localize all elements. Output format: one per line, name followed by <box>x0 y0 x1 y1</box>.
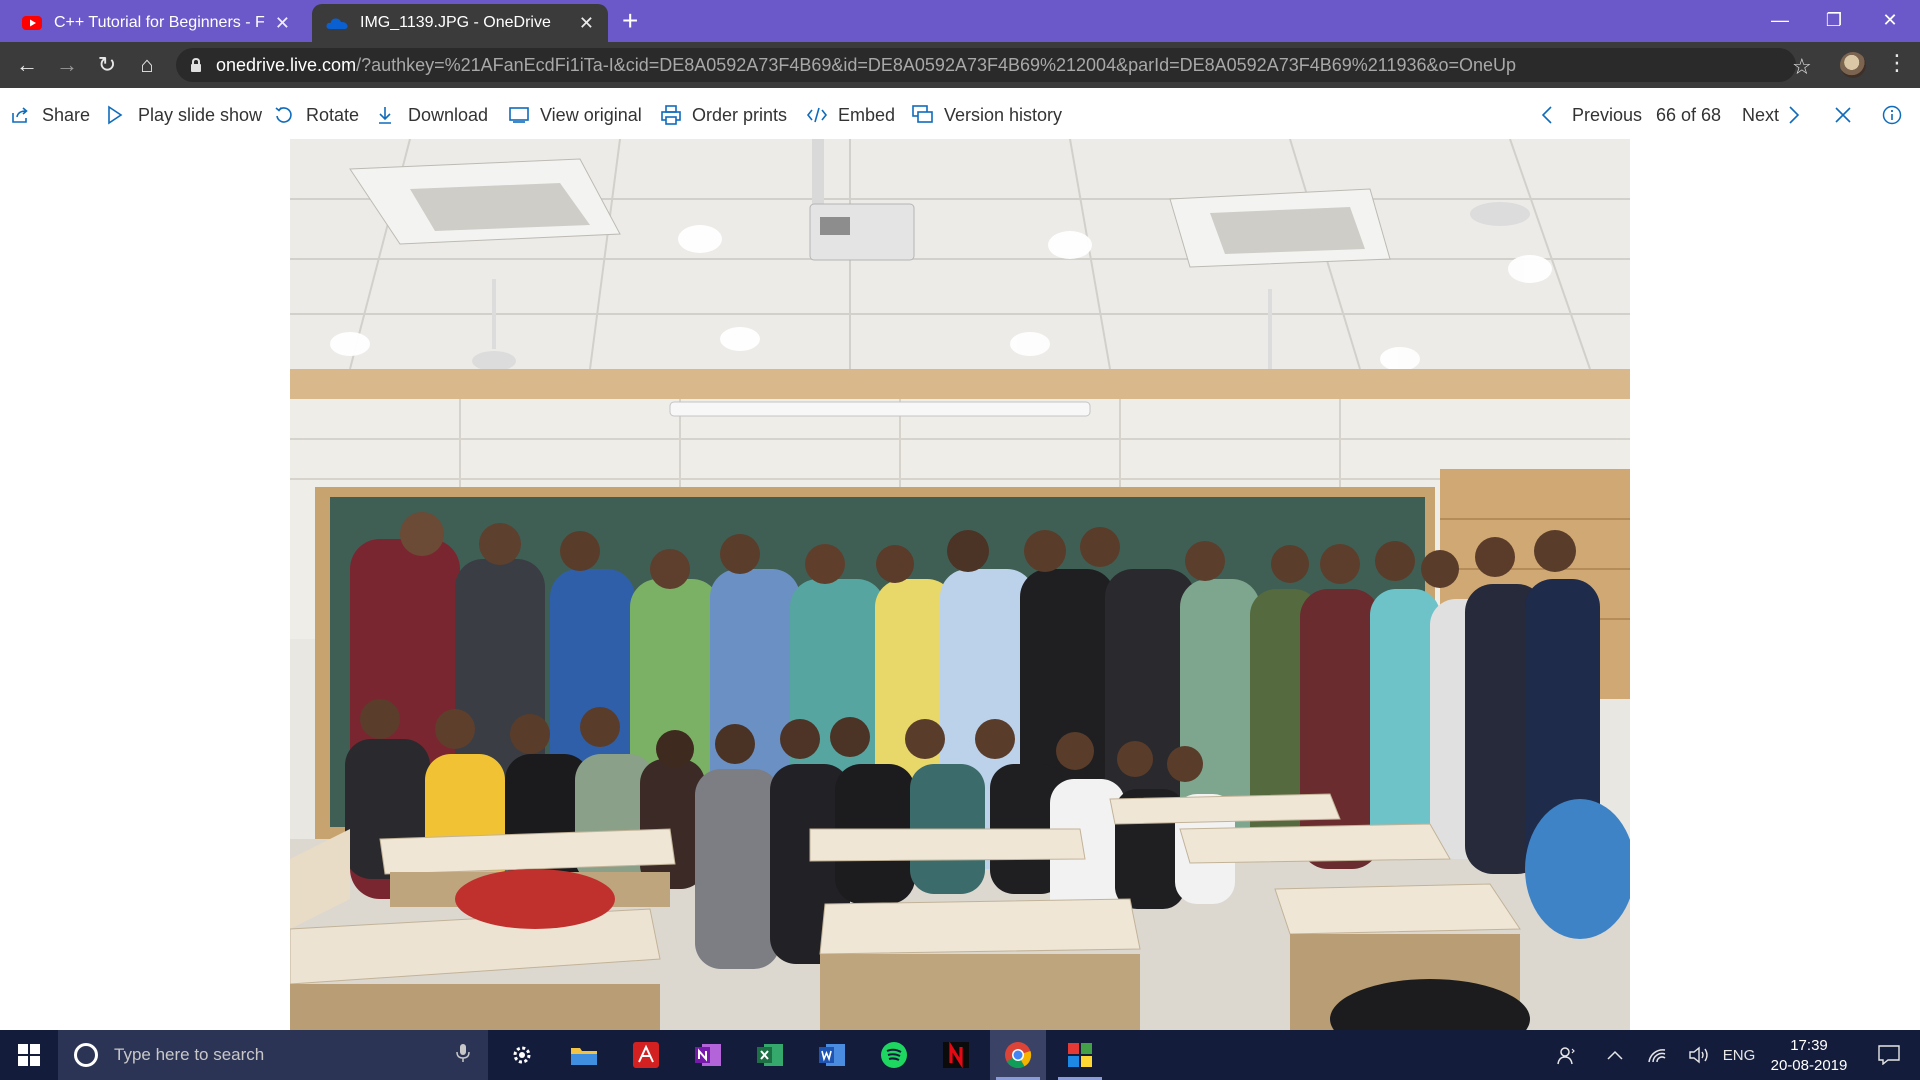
app-icon[interactable] <box>1052 1030 1108 1080</box>
windows-taskbar: Type here to search ENG 17:39 20-08-2019 <box>0 1030 1920 1080</box>
rotate-button[interactable]: Rotate <box>274 102 359 128</box>
profile-avatar[interactable] <box>1840 52 1866 78</box>
photo-counter: 66 of 68 <box>1656 102 1721 128</box>
chevron-up-icon[interactable] <box>1598 1030 1632 1080</box>
embed-label: Embed <box>838 104 896 125</box>
onenote-icon[interactable] <box>680 1030 736 1080</box>
clock-date: 20-08-2019 <box>1770 1057 1848 1074</box>
youtube-icon <box>22 16 42 30</box>
embed-code-icon <box>806 106 828 124</box>
new-tab-icon[interactable]: + <box>622 6 638 36</box>
restore-icon[interactable]: ❐ <box>1806 0 1862 40</box>
close-icon <box>1834 106 1856 124</box>
chrome-icon[interactable] <box>990 1030 1046 1080</box>
info-icon <box>1882 105 1904 125</box>
photo-counter-text: 66 of 68 <box>1656 104 1722 125</box>
url-host: onedrive.live.com <box>216 55 357 75</box>
browser-toolbar: ← → ↻ ⌂ onedrive.live.com/?authkey=%21AF… <box>0 42 1920 88</box>
notification-center-icon[interactable] <box>1864 1030 1914 1080</box>
close-viewer-button[interactable] <box>1834 102 1866 128</box>
close-tab-icon[interactable]: ✕ <box>579 13 594 34</box>
rotate-icon <box>274 105 296 125</box>
cortana-icon <box>74 1043 98 1067</box>
spotify-icon[interactable] <box>866 1030 922 1080</box>
tab-title: IMG_1139.JPG - OneDrive <box>360 14 551 31</box>
people-icon[interactable] <box>1550 1030 1584 1080</box>
red-backpack <box>455 869 615 929</box>
rotate-label: Rotate <box>306 104 360 125</box>
share-icon <box>10 105 32 125</box>
onedrive-icon <box>326 18 348 29</box>
download-icon <box>376 105 398 125</box>
windows-start-icon[interactable] <box>18 1044 40 1066</box>
tab-title: C++ Tutorial for Beginners - Full <box>54 14 265 31</box>
view-original-button[interactable]: View original <box>508 102 642 128</box>
view-original-label: View original <box>540 104 642 125</box>
previous-label: Previous <box>1572 104 1643 125</box>
next-button[interactable]: Next <box>1742 102 1809 128</box>
reload-icon[interactable]: ↻ <box>92 50 122 80</box>
photo-viewer-image[interactable] <box>290 139 1630 1030</box>
view-original-icon <box>508 106 530 124</box>
version-history-label: Version history <box>944 104 1063 125</box>
tab-youtube[interactable]: C++ Tutorial for Beginners - Full ✕ <box>8 4 304 42</box>
back-icon[interactable]: ← <box>12 50 42 80</box>
search-placeholder: Type here to search <box>114 1045 265 1064</box>
download-label: Download <box>408 104 489 125</box>
close-window-icon[interactable]: ✕ <box>1862 0 1918 40</box>
group-photo-classroom <box>290 139 1630 1030</box>
ac-unit-right <box>1169 188 1391 268</box>
address-bar[interactable]: onedrive.live.com/?authkey=%21AFanEcdFi1… <box>176 48 1796 82</box>
next-label: Next <box>1742 104 1780 125</box>
lock-icon <box>190 48 202 82</box>
browser-menu-icon[interactable]: ⋮ <box>1886 50 1908 76</box>
settings-icon[interactable] <box>494 1030 550 1080</box>
version-history-icon <box>912 105 934 125</box>
forward-icon[interactable]: → <box>52 50 82 80</box>
wifi-icon[interactable] <box>1640 1030 1674 1080</box>
onedrive-command-bar: Share Play slide show Rotate Download Vi… <box>0 88 1920 140</box>
download-button[interactable]: Download <box>376 102 488 128</box>
play-slideshow-button[interactable]: Play slide show <box>106 102 262 128</box>
acrobat-icon[interactable] <box>618 1030 674 1080</box>
close-tab-icon[interactable]: ✕ <box>275 13 290 34</box>
excel-icon[interactable] <box>742 1030 798 1080</box>
slideshow-label: Play slide show <box>138 104 263 125</box>
volume-icon[interactable] <box>1682 1030 1716 1080</box>
tab-strip: C++ Tutorial for Beginners - Full ✕ IMG_… <box>0 0 1920 42</box>
play-icon <box>106 105 128 125</box>
chevron-left-icon <box>1540 105 1562 125</box>
info-button[interactable] <box>1882 102 1914 128</box>
blue-backpack <box>1525 799 1630 939</box>
order-prints-label: Order prints <box>692 104 788 125</box>
home-icon[interactable]: ⌂ <box>132 50 162 80</box>
netflix-icon[interactable] <box>928 1030 984 1080</box>
clock[interactable]: 17:39 20-08-2019 <box>1754 1036 1864 1076</box>
previous-button[interactable]: Previous <box>1540 102 1642 128</box>
embed-button[interactable]: Embed <box>806 102 895 128</box>
share-label: Share <box>42 104 91 125</box>
microphone-icon[interactable] <box>456 1043 470 1068</box>
chevron-right-icon <box>1787 105 1809 125</box>
file-explorer-icon[interactable] <box>556 1030 612 1080</box>
order-prints-button[interactable]: Order prints <box>660 102 787 128</box>
printer-icon <box>660 105 682 125</box>
word-icon[interactable] <box>804 1030 860 1080</box>
minimize-icon[interactable]: — <box>1752 0 1808 40</box>
tab-onedrive[interactable]: IMG_1139.JPG - OneDrive ✕ <box>312 4 608 42</box>
taskbar-search-box[interactable]: Type here to search <box>58 1030 488 1080</box>
version-history-button[interactable]: Version history <box>912 102 1062 128</box>
share-button[interactable]: Share <box>10 102 90 128</box>
clock-time: 17:39 <box>1790 1037 1828 1054</box>
bookmark-star-icon[interactable]: ☆ <box>1792 54 1812 80</box>
url-path: /?authkey=%21AFanEcdFi1iTa-I&cid=DE8A059… <box>356 55 1517 75</box>
